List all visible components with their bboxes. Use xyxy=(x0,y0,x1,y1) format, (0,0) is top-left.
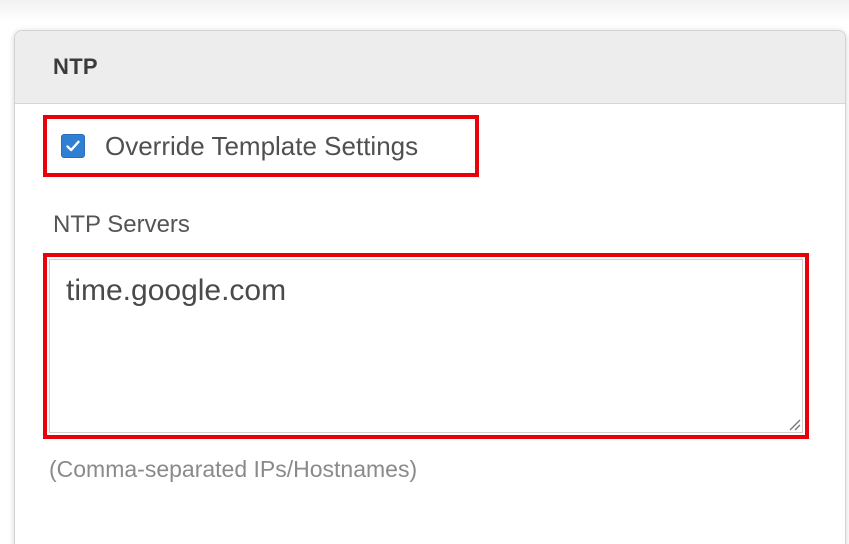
checkmark-icon xyxy=(66,140,80,152)
section-title: NTP xyxy=(53,54,98,79)
ntp-servers-textarea[interactable]: time.google.com xyxy=(49,259,803,433)
override-checkbox[interactable] xyxy=(61,134,85,158)
page: NTP Override Template Settings NTP Serve… xyxy=(0,0,849,544)
top-shadow xyxy=(0,0,849,22)
override-highlight: Override Template Settings xyxy=(43,115,479,177)
ntp-servers-label: NTP Servers xyxy=(53,211,190,238)
ntp-card: NTP Override Template Settings NTP Serve… xyxy=(14,30,846,544)
resize-grip-icon[interactable] xyxy=(787,417,801,431)
ntp-servers-help: (Comma-separated IPs/Hostnames) xyxy=(49,456,418,482)
ntp-servers-highlight: time.google.com xyxy=(43,253,809,439)
override-label[interactable]: Override Template Settings xyxy=(105,131,418,162)
card-header: NTP xyxy=(15,31,845,104)
